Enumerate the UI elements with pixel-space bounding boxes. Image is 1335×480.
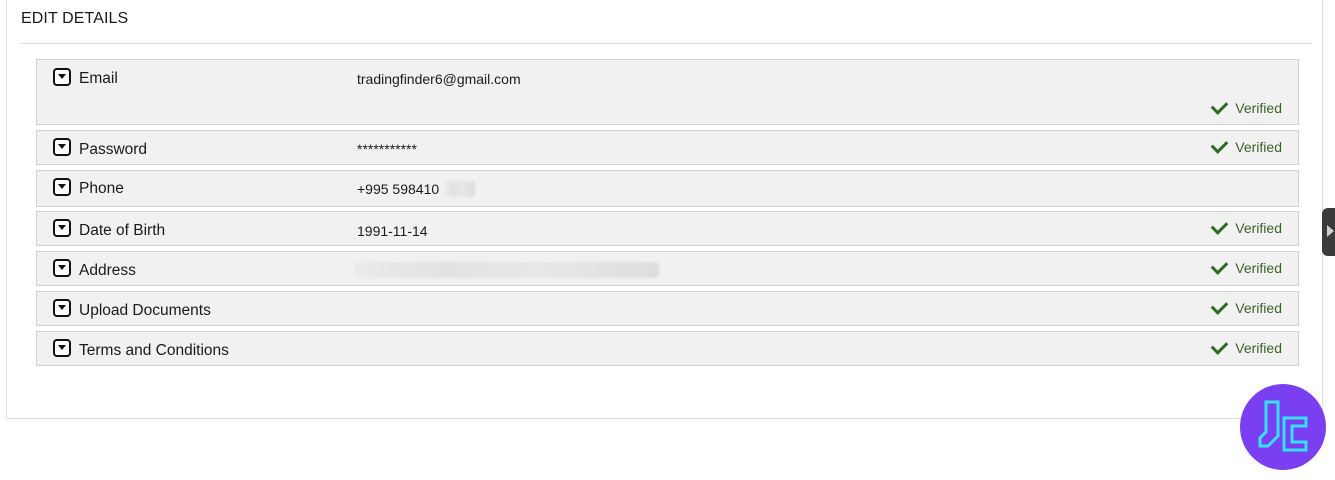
row-value-email: tradingfinder6@gmail.com	[357, 71, 521, 87]
status-badge-password: Verified	[1210, 136, 1282, 155]
status-badge-terms-and-conditions: Verified	[1210, 337, 1282, 356]
details-row-phone[interactable]: Phone +995 598410	[36, 170, 1299, 207]
header-divider	[21, 43, 1312, 44]
redacted-address-value	[355, 262, 659, 278]
status-badge-email: Verified	[1210, 97, 1282, 116]
chevron-down-box-icon[interactable]	[53, 259, 71, 277]
row-label-date-of-birth: Date of Birth	[79, 222, 166, 239]
chevron-down-box-icon[interactable]	[53, 339, 71, 357]
details-row-email[interactable]: Email tradingfinder6@gmail.com Verified	[36, 59, 1299, 125]
status-text: Verified	[1235, 100, 1282, 116]
status-text: Verified	[1235, 300, 1282, 316]
status-text: Verified	[1235, 220, 1282, 236]
row-label-upload-documents: Upload Documents	[79, 302, 211, 319]
chevron-down-box-icon[interactable]	[53, 138, 71, 156]
details-row-terms-and-conditions[interactable]: Terms and Conditions Verified	[36, 331, 1299, 366]
chevron-down-box-icon[interactable]	[53, 68, 71, 86]
row-label-email: Email	[79, 70, 118, 87]
side-panel-toggle[interactable]	[1322, 208, 1335, 256]
chevron-down-box-icon[interactable]	[53, 178, 71, 196]
chevron-down-box-icon[interactable]	[53, 299, 71, 317]
row-label-address: Address	[79, 262, 136, 279]
row-value-password: ***********	[357, 141, 417, 157]
redacted-phone-digits	[445, 181, 475, 197]
status-badge-date-of-birth: Verified	[1210, 217, 1282, 236]
check-icon	[1210, 257, 1229, 275]
chevron-down-box-icon[interactable]	[53, 219, 71, 237]
check-icon	[1210, 136, 1229, 154]
details-row-password[interactable]: Password *********** Verified	[36, 130, 1299, 165]
details-row-address[interactable]: Address Verified	[36, 251, 1299, 286]
row-label-phone: Phone	[79, 180, 124, 197]
status-badge-address: Verified	[1210, 257, 1282, 276]
details-row-upload-documents[interactable]: Upload Documents Verified	[36, 291, 1299, 326]
check-icon	[1210, 337, 1229, 355]
row-label-terms-and-conditions: Terms and Conditions	[79, 342, 229, 359]
row-value-date-of-birth: 1991-11-14	[357, 223, 428, 239]
brand-logo-icon	[1240, 384, 1326, 470]
status-text: Verified	[1235, 260, 1282, 276]
row-label-password: Password	[79, 141, 148, 158]
check-icon	[1210, 297, 1229, 315]
details-row-date-of-birth[interactable]: Date of Birth 1991-11-14 Verified	[36, 211, 1299, 246]
check-icon	[1210, 217, 1229, 235]
status-text: Verified	[1235, 139, 1282, 155]
page-title: EDIT DETAILS	[21, 10, 129, 27]
row-value-phone: +995 598410	[357, 181, 440, 197]
status-text: Verified	[1235, 340, 1282, 356]
check-icon	[1210, 97, 1229, 115]
status-badge-upload-documents: Verified	[1210, 297, 1282, 316]
